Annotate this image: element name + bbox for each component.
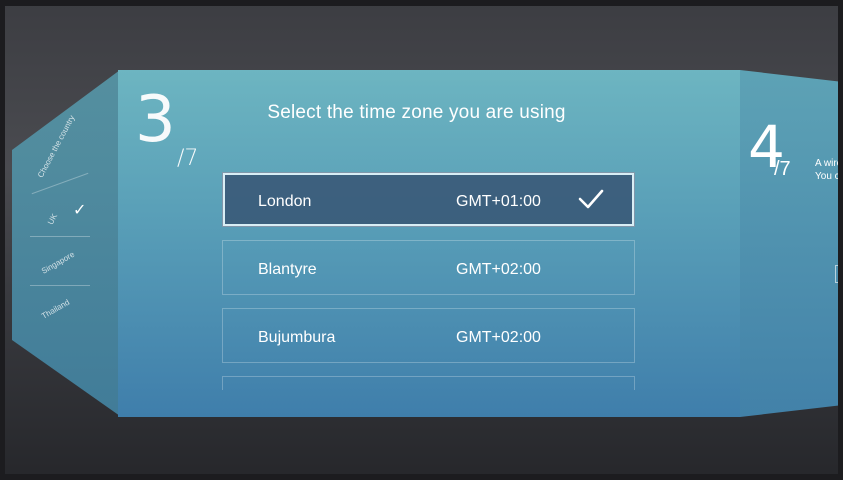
- screen-frame-left: [0, 0, 5, 480]
- timezone-item-london[interactable]: London GMT+01:00: [222, 172, 635, 227]
- screen-frame-top: [0, 0, 843, 6]
- timezone-item-next[interactable]: [222, 376, 635, 390]
- timezone-city: Blantyre: [258, 261, 317, 278]
- divider: [30, 285, 90, 286]
- next-step-indicator: 4 /7: [748, 118, 791, 180]
- screen-frame-right: [838, 0, 843, 480]
- next-step-total: /7: [774, 158, 791, 180]
- divider: [30, 236, 90, 237]
- page-title-text: Select the time zone you are using: [267, 102, 566, 123]
- previous-step-panel[interactable]: [12, 70, 120, 416]
- timezone-offset: GMT+02:00: [456, 261, 541, 278]
- checkmark-icon: ✓: [73, 202, 87, 219]
- timezone-item-bujumbura[interactable]: Bujumbura GMT+02:00: [222, 308, 635, 363]
- timezone-offset: GMT+01:00: [456, 193, 541, 210]
- total-steps: /7: [177, 146, 199, 171]
- timezone-offset: GMT+02:00: [456, 329, 541, 346]
- timezone-city: London: [258, 193, 312, 210]
- timezone-item-blantyre[interactable]: Blantyre GMT+02:00: [222, 240, 635, 295]
- timezone-city: Bujumbura: [258, 329, 336, 346]
- page-title: Select the time zone you are using: [0, 102, 843, 124]
- screen-frame-bottom: [0, 474, 843, 480]
- checkmark-icon: [578, 189, 604, 209]
- next-step-panel[interactable]: [740, 70, 843, 417]
